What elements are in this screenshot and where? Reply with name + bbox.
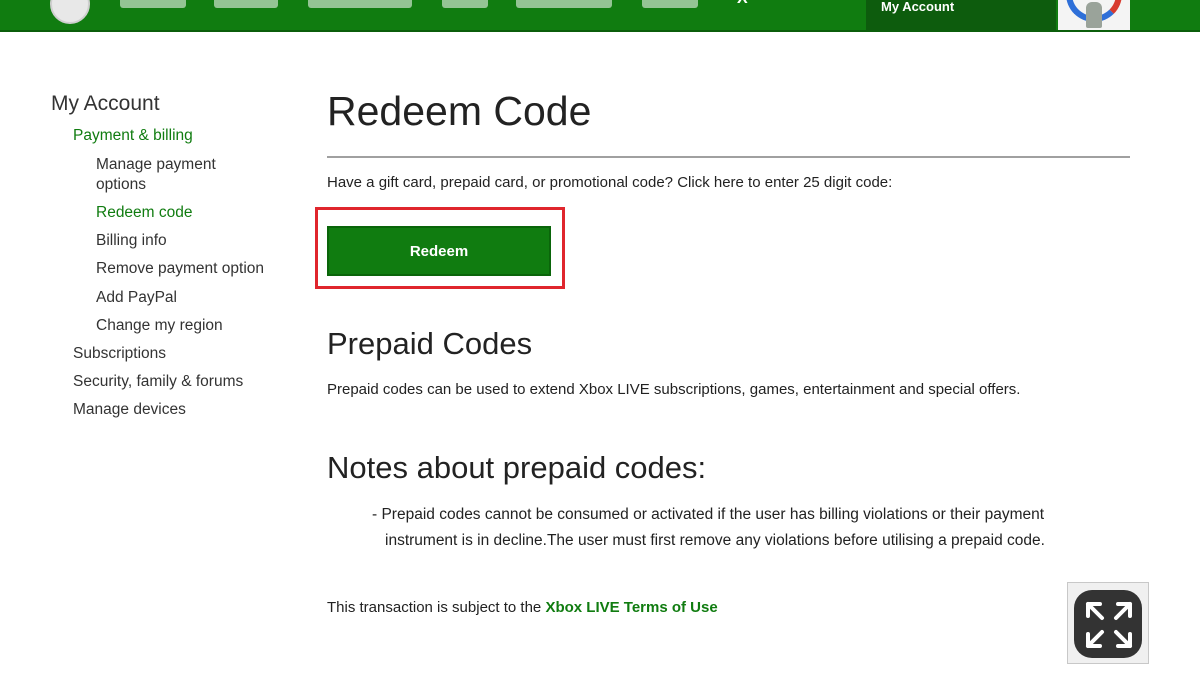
prepaid-codes-text: Prepaid codes can be used to extend Xbox…: [327, 381, 1021, 398]
top-navigation-bar: X My Account: [0, 0, 1200, 32]
avatar[interactable]: [1058, 0, 1130, 30]
page-title: Redeem Code: [327, 88, 592, 134]
sidebar-item-subscriptions[interactable]: Subscriptions: [73, 344, 166, 364]
sidebar-item-change-my-region[interactable]: Change my region: [96, 316, 223, 336]
nav-item-2[interactable]: [214, 0, 278, 8]
prepaid-codes-heading: Prepaid Codes: [327, 326, 533, 361]
sidebar-item-manage-devices[interactable]: Manage devices: [73, 400, 186, 420]
redeem-intro-text: Have a gift card, prepaid card, or promo…: [327, 174, 893, 191]
avatar-figure: [1086, 2, 1102, 28]
sidebar-item-remove-payment-option[interactable]: Remove payment option: [96, 259, 264, 279]
notes-list-item: - Prepaid codes cannot be consumed or ac…: [372, 502, 1132, 554]
notes-heading: Notes about prepaid codes:: [327, 450, 707, 485]
redeem-button[interactable]: Redeem: [327, 226, 551, 276]
sidebar-item-billing-info[interactable]: Billing info: [96, 231, 167, 251]
nav-item-1[interactable]: [120, 0, 186, 8]
sidebar-title: My Account: [51, 92, 160, 115]
my-account-tab-label: My Account: [881, 0, 955, 14]
xbox-logo-icon[interactable]: [50, 0, 90, 24]
sidebar-item-payment-billing[interactable]: Payment & billing: [73, 126, 193, 146]
expand-arrows-icon: [1086, 602, 1132, 648]
sidebar-item-manage-payment-options[interactable]: Manage payment options: [96, 155, 256, 195]
terms-text: This transaction is subject to the Xbox …: [327, 599, 718, 616]
nav-item-3[interactable]: [308, 0, 412, 8]
sidebar-item-add-paypal[interactable]: Add PayPal: [96, 288, 177, 308]
nav-x-glyph: X: [737, 0, 753, 7]
my-account-tab[interactable]: My Account: [866, 0, 1056, 30]
terms-prefix: This transaction is subject to the: [327, 599, 546, 616]
nav-item-6[interactable]: [642, 0, 698, 8]
sidebar-item-security-family-forums[interactable]: Security, family & forums: [73, 372, 243, 392]
title-divider: [327, 156, 1130, 158]
fullscreen-button[interactable]: [1067, 582, 1149, 664]
nav-item-5[interactable]: [516, 0, 612, 8]
notes-line-2: instrument is in decline.The user must f…: [385, 532, 1045, 549]
nav-item-4[interactable]: [442, 0, 488, 8]
terms-of-use-link[interactable]: Xbox LIVE Terms of Use: [545, 599, 717, 616]
sidebar-item-redeem-code[interactable]: Redeem code: [96, 203, 193, 223]
notes-line-1: - Prepaid codes cannot be consumed or ac…: [372, 506, 1045, 523]
